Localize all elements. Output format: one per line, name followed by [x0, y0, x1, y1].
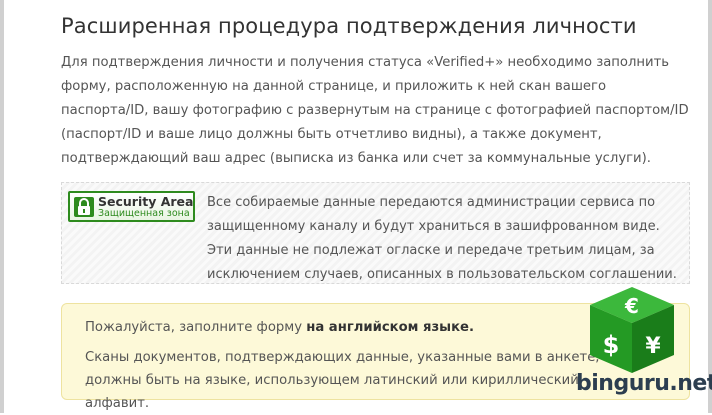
notice-line-1: Пожалуйста, заполните форму на английско…: [85, 320, 474, 335]
svg-text:$: $: [603, 331, 620, 359]
window-border-left: [0, 0, 4, 413]
svg-text:€: €: [624, 294, 639, 318]
svg-text:¥: ¥: [645, 334, 661, 359]
notice-line-1-prefix: Пожалуйста, заполните форму: [85, 320, 307, 335]
lock-icon: [74, 197, 94, 217]
security-text: Все собираемые данные передаются админис…: [207, 195, 677, 282]
intro-paragraph: Для подтверждения личности и получения с…: [61, 55, 689, 166]
badge-title: Security Area: [98, 194, 194, 209]
security-area-badge: Security Area Защищенная зона: [68, 191, 195, 222]
notice-line-2: Сканы документов, подтверждающих данные,…: [85, 350, 600, 411]
page-title: Расширенная процедура подтверждения личн…: [61, 14, 637, 38]
badge-subtitle: Защищенная зона: [98, 208, 190, 219]
security-info-box: Security Area Защищенная зона Все собира…: [61, 182, 690, 284]
currency-cube-icon: € $ ¥: [590, 287, 674, 373]
binguru-watermark: € $ ¥ binguru.net: [566, 283, 712, 413]
watermark-text: binguru.net: [576, 371, 712, 396]
notice-line-1-bold: на английском языке.: [306, 320, 475, 335]
